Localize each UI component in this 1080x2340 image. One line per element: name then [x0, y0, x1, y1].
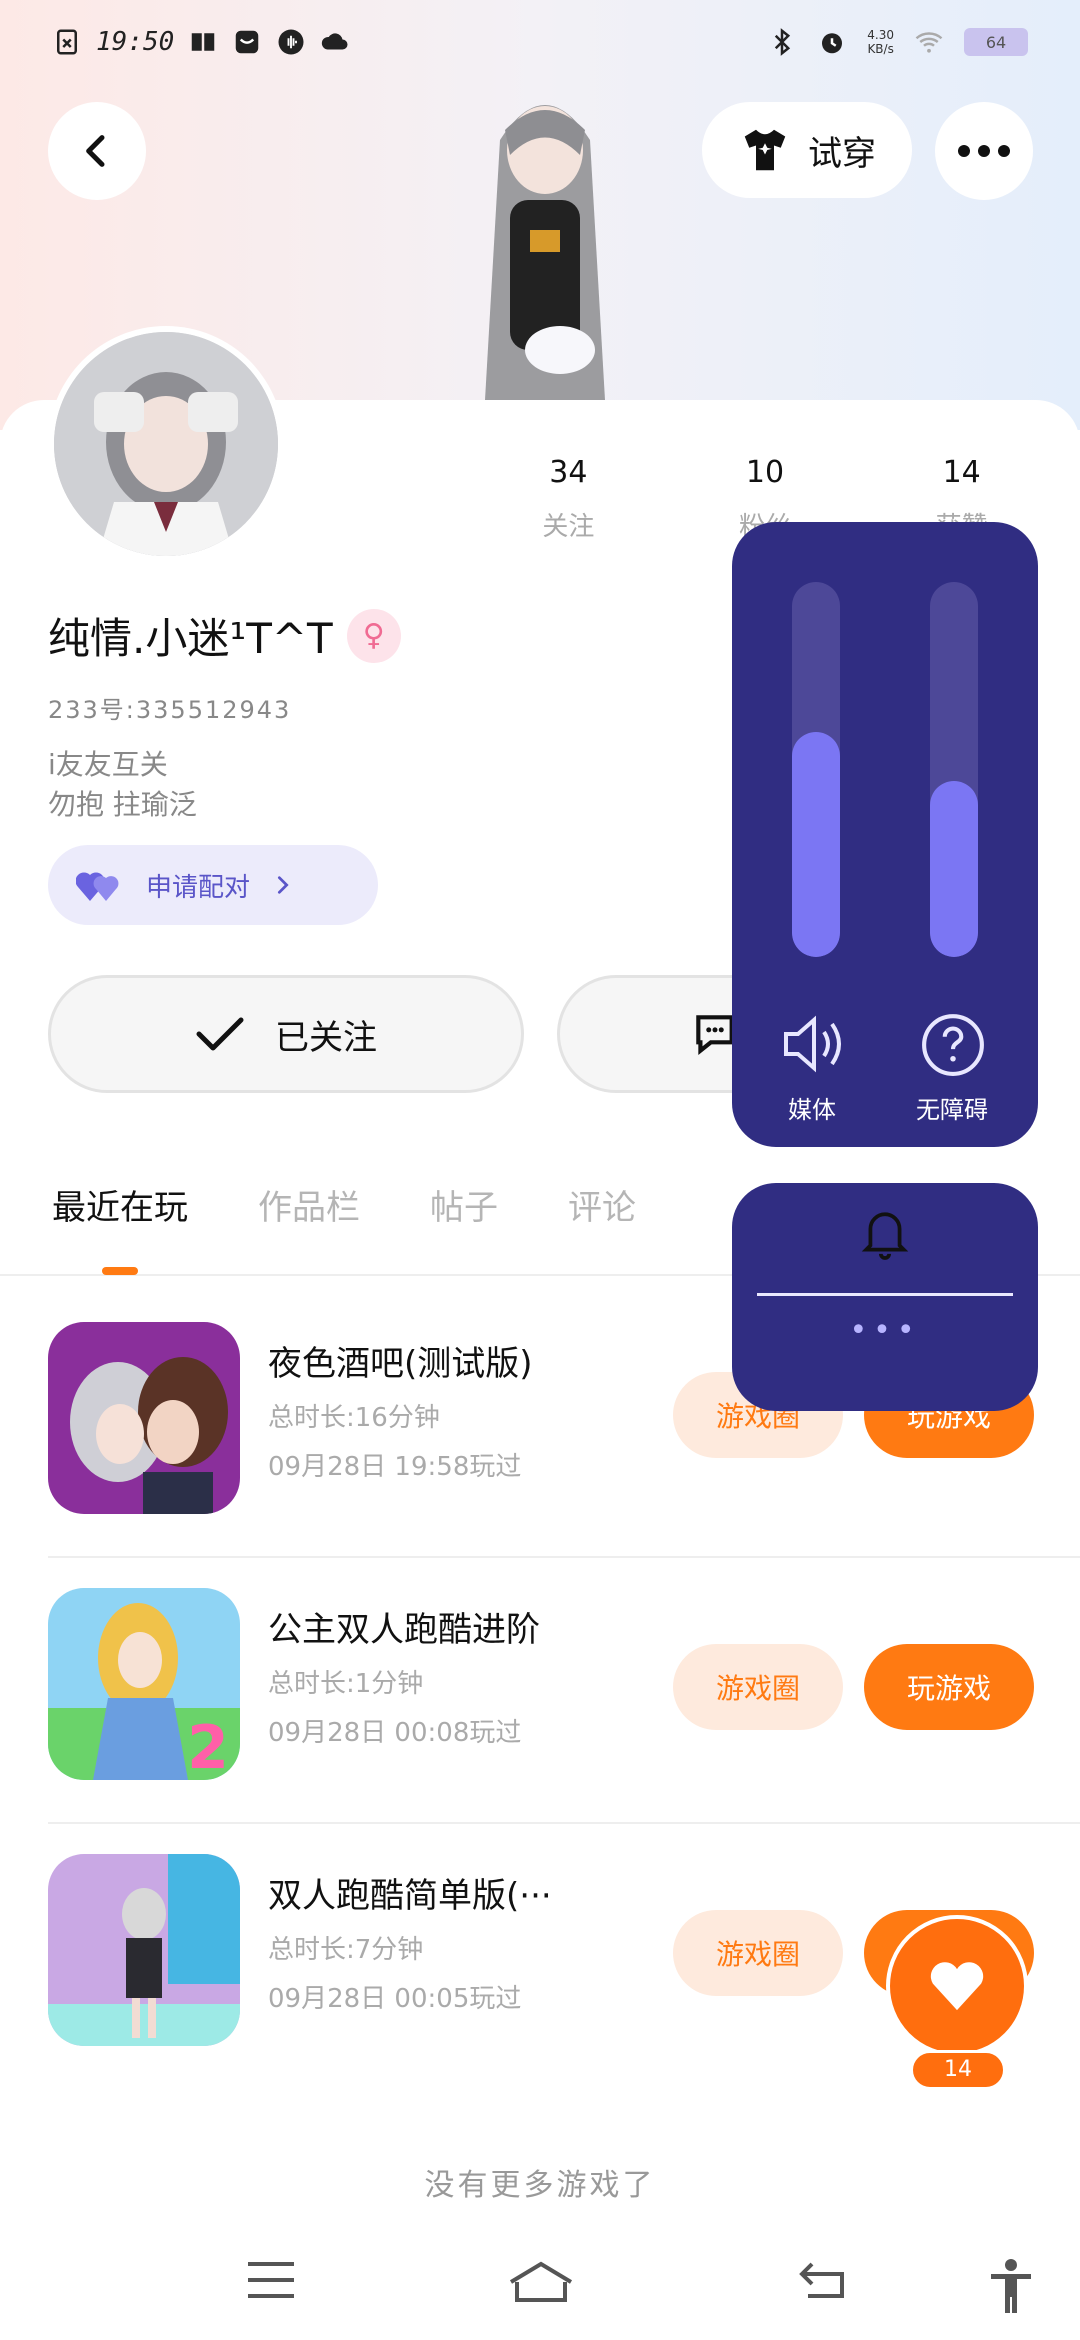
game-last-played: 09月28日 00:08玩过 [268, 1718, 522, 1748]
game-info: 公主双人跑酷进阶 总时长:1分钟 09月28日 00:08玩过 [268, 1588, 668, 1749]
following-button[interactable]: 已关注 [48, 975, 524, 1093]
more-dots-icon [958, 145, 1010, 157]
game-circle-button[interactable]: 游戏圈 [673, 1910, 843, 1996]
game-duration: 总时长:16分钟 [268, 1403, 440, 1433]
avatar-image [54, 332, 278, 556]
game-circle-button[interactable]: 游戏圈 [673, 1644, 843, 1730]
accessibility-icon[interactable] [986, 2258, 1036, 2314]
battery-indicator: 64 [964, 28, 1028, 56]
media-volume-fill [792, 732, 840, 957]
game-last-played: 09月28日 19:58玩过 [268, 1452, 522, 1482]
username: 纯情.小迷¹T^T [48, 614, 333, 663]
double-heart-icon [76, 872, 119, 901]
status-bar: 19:50 4.30 KB/s 64 [0, 0, 1080, 84]
chevron-left-icon [86, 135, 105, 167]
game-icon[interactable] [48, 1322, 240, 1514]
accessibility-volume-slider[interactable] [930, 582, 978, 957]
checkmark-icon [196, 1017, 244, 1051]
stat-following-label: 关注 [542, 512, 595, 542]
request-pair-button[interactable]: 申请配对 [48, 845, 378, 925]
stat-followers-value: 10 [745, 455, 785, 490]
game-duration: 总时长:1分钟 [268, 1669, 424, 1699]
sim-missing-icon [57, 29, 77, 55]
menu-icon[interactable] [244, 2258, 298, 2302]
tab-posts[interactable]: 帖子 [430, 1180, 498, 1274]
wifi-icon [915, 32, 943, 53]
network-speed: 4.30 KB/s [867, 28, 894, 56]
like-button[interactable] [886, 1915, 1028, 2057]
bell-icon[interactable] [860, 1205, 910, 1261]
character-model [485, 105, 605, 400]
tab-comments[interactable]: 评论 [568, 1180, 636, 1274]
game-last-played: 09月28日 00:05玩过 [268, 1984, 522, 2014]
game-item[interactable]: 2 公主双人跑酷进阶 总时长:1分钟 09月28日 00:08玩过 游戏圈 玩游… [48, 1588, 1080, 1824]
book-icon [192, 33, 215, 51]
speaker-icon[interactable] [780, 1012, 852, 1076]
accessibility-volume-fill [930, 780, 978, 957]
net-speed-unit: KB/s [867, 42, 894, 56]
no-more-games-text: 没有更多游戏了 [424, 2168, 656, 2203]
like-count: 14 [910, 2050, 1006, 2090]
try-on-label: 试穿 [808, 133, 876, 174]
volume-panel: 媒体 无障碍 [732, 522, 1038, 1147]
outfit-icon [744, 129, 786, 171]
bluetooth-icon [775, 28, 791, 56]
username-row: 纯情.小迷¹T^T ♀ [48, 605, 401, 666]
back-button[interactable] [48, 102, 146, 200]
try-on-button[interactable]: 试穿 [702, 102, 912, 198]
tab-works[interactable]: 作品栏 [258, 1180, 360, 1274]
following-label: 已关注 [275, 1017, 377, 1058]
net-speed-value: 4.30 [867, 28, 894, 42]
profile-avatar[interactable] [48, 326, 284, 562]
game-duration: 总时长:7分钟 [268, 1935, 424, 1965]
accessibility-help-icon[interactable] [920, 1012, 986, 1078]
bio-line-2: 勿抱 拄瑜泛 [48, 788, 197, 821]
ringer-divider [757, 1293, 1013, 1296]
alarm-icon [822, 33, 843, 54]
home-icon[interactable] [505, 2258, 577, 2306]
accessibility-label: 无障碍 [916, 1096, 988, 1124]
bio-line-1: i友友互关 [48, 748, 168, 781]
stat-following-value: 34 [549, 455, 588, 490]
ringer-panel: ••• [732, 1183, 1038, 1411]
svg-text:2: 2 [187, 1713, 229, 1780]
more-settings-icon[interactable]: ••• [732, 1313, 1038, 1348]
system-navigation-bar [0, 2240, 1080, 2340]
inbox-icon [236, 30, 259, 54]
soundwave-icon [278, 29, 304, 55]
tab-recently-played[interactable]: 最近在玩 [52, 1180, 188, 1275]
cloud-icon [322, 33, 348, 50]
game-title: 夜色酒吧(测试版) [268, 1344, 533, 1384]
media-label: 媒体 [788, 1096, 836, 1124]
chevron-right-icon [277, 876, 289, 894]
game-icon[interactable] [48, 1854, 240, 2046]
game-title: 双人跑酷简单版(··· [268, 1876, 552, 1916]
user-bio: i友友互关 勿抱 拄瑜泛 [48, 745, 197, 825]
media-volume-slider[interactable] [792, 582, 840, 957]
play-game-button[interactable]: 玩游戏 [864, 1644, 1034, 1730]
female-gender-icon: ♀ [346, 608, 401, 663]
back-nav-icon[interactable] [796, 2258, 850, 2302]
user-id: 233号:335512943 [48, 696, 292, 724]
request-pair-label: 申请配对 [146, 872, 251, 903]
game-icon[interactable]: 2 [48, 1588, 240, 1780]
heart-icon [930, 1962, 984, 2011]
game-info: 双人跑酷简单版(··· 总时长:7分钟 09月28日 00:05玩过 [268, 1854, 668, 2015]
more-options-button[interactable] [935, 102, 1033, 200]
status-time: 19:50 [96, 27, 175, 57]
stat-following[interactable]: 34 关注 [470, 455, 667, 543]
stat-likes-value: 14 [942, 455, 981, 490]
game-title: 公主双人跑酷进阶 [268, 1610, 540, 1650]
game-info: 夜色酒吧(测试版) 总时长:16分钟 09月28日 19:58玩过 [268, 1322, 668, 1483]
